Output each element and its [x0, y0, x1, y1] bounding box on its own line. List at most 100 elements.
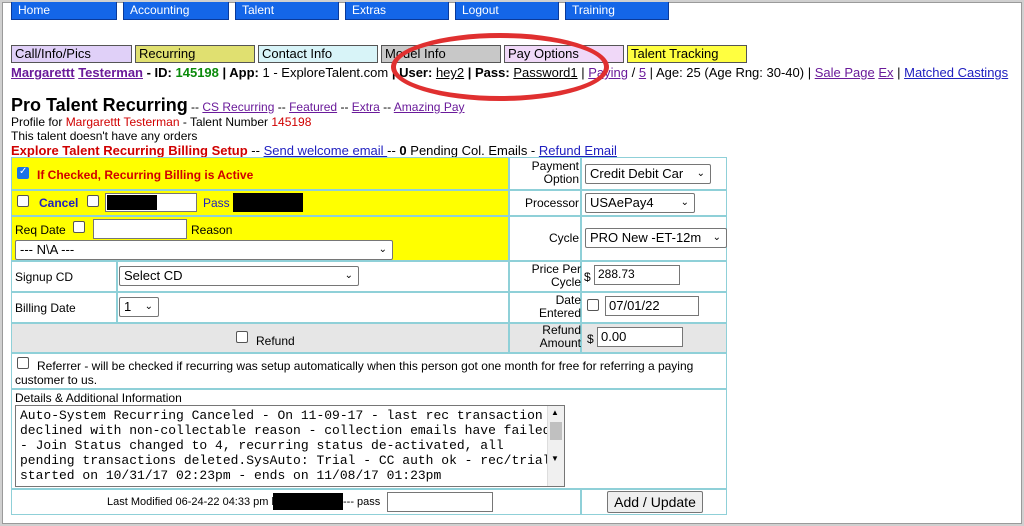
price-per-cycle-label: Price Per Cycle	[531, 262, 581, 289]
price-currency: $	[584, 270, 591, 284]
profile-info-line: Margarettt Testerman - ID: 145198 | App:…	[11, 65, 1009, 80]
paying-count-link[interactable]: 5	[639, 65, 646, 80]
nav-logout[interactable]: Logout	[455, 2, 559, 20]
tab-talent-tracking[interactable]: Talent Tracking	[627, 45, 747, 63]
chevron-down-icon: ⌄	[680, 197, 689, 208]
ex-link[interactable]: Ex	[878, 65, 893, 80]
req-date-input[interactable]	[93, 219, 187, 239]
paying-link[interactable]: Paying	[588, 65, 628, 80]
date-entered-checkbox[interactable]	[587, 299, 599, 311]
first-name-link[interactable]: Margarettt	[11, 65, 75, 80]
pending-count: 0	[399, 143, 407, 158]
recurring-active-checkbox[interactable]	[17, 166, 29, 179]
payment-option-label: Payment Option	[531, 159, 579, 186]
pending-text: Pending Col. Emails -	[406, 143, 539, 158]
chevron-down-icon: ⌄	[144, 301, 153, 312]
price-per-cycle-input[interactable]: 288.73	[594, 265, 680, 285]
page-frame: Home Accounting Talent Extras Logout Tra…	[2, 2, 1022, 524]
tab-call-info-pics[interactable]: Call/Info/Pics	[11, 45, 132, 63]
payment-option-select[interactable]: Credit Debit Car ⌄	[585, 164, 711, 184]
processor-select[interactable]: USAePay4 ⌄	[585, 193, 695, 213]
nav-accounting[interactable]: Accounting	[123, 2, 229, 20]
title-sep: --	[274, 100, 290, 114]
req-date-checkbox[interactable]	[73, 221, 85, 233]
tab-contact-info[interactable]: Contact Info	[258, 45, 378, 63]
billing-date-label: Billing Date	[15, 301, 76, 315]
last-name-link[interactable]: Testerman	[78, 65, 143, 80]
redacted-password[interactable]	[233, 193, 303, 212]
title-sep: --	[337, 100, 352, 114]
chevron-down-icon: ⌄	[696, 168, 705, 179]
nav-home[interactable]: Home	[11, 2, 117, 20]
cycle-value: PRO New -ET-12m	[590, 230, 702, 245]
matched-castings-link[interactable]: Matched Castings	[904, 65, 1008, 80]
extra-link[interactable]: Extra	[352, 100, 380, 114]
app-value: 1 - ExploreTalent.com	[262, 65, 389, 80]
details-scrollbar[interactable]: ▲ ▼	[547, 406, 564, 486]
profile-for-label: Profile for	[11, 115, 66, 129]
chevron-down-icon: ⌄	[344, 270, 353, 281]
billing-date-value: 1	[124, 299, 132, 314]
pass-input[interactable]	[387, 492, 493, 512]
featured-link[interactable]: Featured	[289, 100, 337, 114]
chevron-down-icon: ⌄	[378, 244, 387, 255]
add-update-button[interactable]: Add / Update	[607, 491, 703, 513]
reason-value: --- N\A ---	[20, 242, 75, 257]
date-entered-input[interactable]: 07/01/22	[605, 296, 699, 316]
page-title-row: Pro Talent Recurring -- CS Recurring -- …	[11, 95, 465, 116]
refund-amount-label: Refund Amount	[539, 323, 581, 350]
billing-date-select[interactable]: 1 ⌄	[119, 297, 159, 317]
user-label: | User:	[388, 65, 436, 80]
title-sep: --	[379, 100, 394, 114]
details-textarea[interactable]: Auto-System Recurring Canceled - On 11-0…	[15, 405, 565, 487]
refund-amount-input[interactable]: 0.00	[597, 327, 683, 347]
username-link[interactable]: hey2	[436, 65, 464, 80]
referrer-text: Referrer - will be checked if recurring …	[15, 359, 694, 387]
last-modified-text: Last Modified 06-24-22 04:33 pm by	[107, 496, 284, 508]
billing-value-cell	[117, 292, 509, 323]
refund-currency: $	[587, 332, 594, 346]
amazing-pay-link[interactable]: Amazing Pay	[394, 100, 465, 114]
redacted-box	[107, 195, 157, 210]
cycle-select[interactable]: PRO New -ET-12m ⌄	[585, 228, 727, 248]
app-label: | App:	[218, 65, 263, 80]
nav-extras[interactable]: Extras	[345, 2, 449, 20]
nav-training[interactable]: Training	[565, 2, 669, 20]
send-welcome-email-link[interactable]: Send welcome email	[264, 143, 388, 158]
pass-label: Pass	[203, 196, 230, 210]
reason-label: Reason	[191, 223, 233, 237]
refund-email-link[interactable]: Refund Email	[539, 143, 617, 158]
talent-id: 145198	[175, 65, 219, 80]
pass-label: | Pass:	[464, 65, 514, 80]
payment-option-value: Credit Debit Car	[590, 166, 684, 181]
setup-heading: Explore Talent Recurring Billing Setup	[11, 143, 248, 158]
cs-recurring-link[interactable]: CS Recurring	[202, 100, 274, 114]
profile-for-line: Profile for Margarettt Testerman - Talen…	[11, 115, 311, 129]
req-date-label: Req Date	[15, 223, 66, 237]
reason-select[interactable]: --- N\A --- ⌄	[15, 240, 393, 260]
nav-talent[interactable]: Talent	[235, 2, 339, 20]
age-text: | Age: 25 (Age Rng: 30-40) |	[646, 65, 815, 80]
signup-cd-select[interactable]: Select CD ⌄	[119, 266, 359, 286]
talent-number-label: - Talent Number	[179, 115, 272, 129]
cancel-checkbox[interactable]	[17, 195, 29, 207]
chevron-down-icon: ⌄	[712, 232, 721, 243]
password-link[interactable]: Password1	[513, 65, 577, 80]
tab-recurring[interactable]: Recurring	[135, 45, 255, 63]
refund-checkbox[interactable]	[236, 331, 248, 343]
orders-note: This talent doesn't have any orders	[11, 129, 198, 143]
cycle-label: Cycle	[548, 231, 579, 245]
processor-label: Processor	[524, 196, 579, 210]
scrollbar-thumb[interactable]	[550, 422, 562, 440]
tab-model-info[interactable]: Model Info	[381, 45, 501, 63]
signup-cd-label: Signup CD	[15, 270, 74, 284]
tab-pay-options[interactable]: Pay Options	[504, 45, 624, 63]
page-title: Pro Talent Recurring	[11, 95, 188, 115]
details-label: Details & Additional Information	[15, 391, 182, 405]
id-label: - ID:	[143, 65, 176, 80]
date-entered-label: Date Entered	[538, 293, 581, 320]
talent-number: 145198	[271, 115, 312, 129]
processor-value: USAePay4	[590, 195, 654, 210]
sale-page-link[interactable]: Sale Page	[815, 65, 875, 80]
cancel-confirm-checkbox[interactable]	[87, 195, 99, 207]
